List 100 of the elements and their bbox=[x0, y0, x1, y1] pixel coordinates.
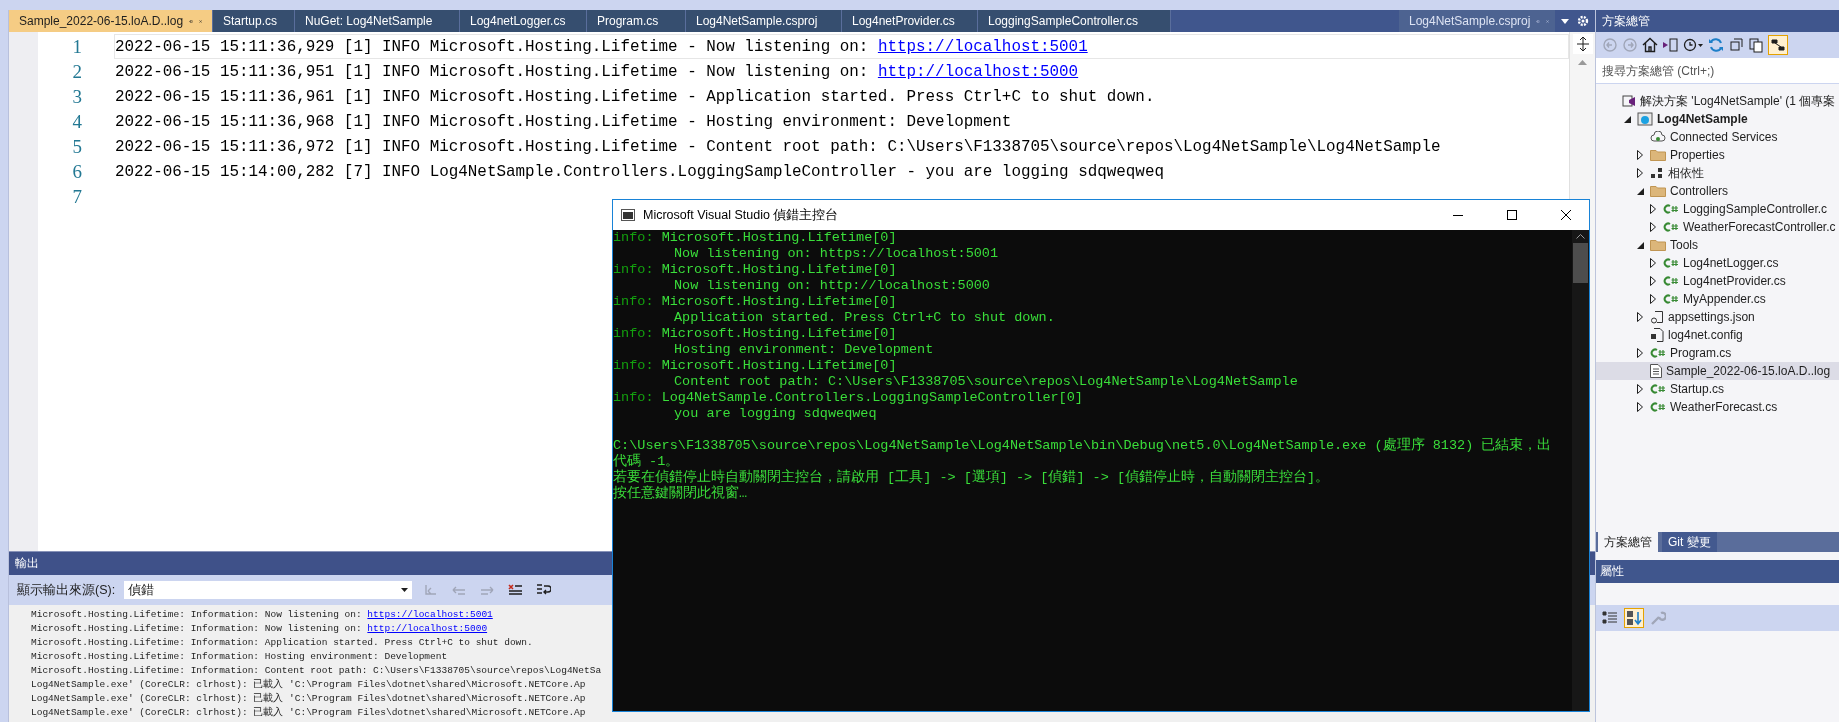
code-file-icon bbox=[1650, 401, 1666, 413]
tree-view-icon bbox=[1770, 37, 1786, 53]
output-line: Microsoft.Hosting.Lifetime: Information: Content root path: C:\Users\F1338705\source\repos\Log4NetSa bbox=[31, 664, 603, 678]
tree-item[interactable]: Properties bbox=[1596, 146, 1839, 164]
output-line: Log4NetSample.exe' (CoreCLR: clrhost): 已載入 'C:\Program Files\dotnet\shared\Microsoft.NETCore.Ap bbox=[31, 692, 587, 706]
document-tab[interactable]: Log4netProvider.cs bbox=[842, 10, 978, 32]
copy-icon[interactable] bbox=[1748, 37, 1764, 53]
panel-tab[interactable]: Git 變更 bbox=[1662, 532, 1717, 552]
line-number: 4 bbox=[71, 110, 82, 133]
tree-item[interactable]: appsettings.json bbox=[1596, 308, 1839, 326]
history-icon[interactable] bbox=[1682, 37, 1704, 53]
document-tab[interactable]: Log4NetSample.csproj bbox=[686, 10, 842, 32]
tree-item[interactable]: Sample_2022-06-15.loA.D..log bbox=[1596, 362, 1839, 380]
alphabetical-sort-toggle[interactable] bbox=[1624, 608, 1644, 628]
tree-item[interactable]: Program.cs bbox=[1596, 344, 1839, 362]
tree-item[interactable]: Tools bbox=[1596, 236, 1839, 254]
log-message: Now listening on: http://localhost:5000 bbox=[674, 278, 990, 293]
log-category: Microsoft.Hosting.Lifetime[0] bbox=[661, 262, 897, 277]
tree-item[interactable]: Connected Services bbox=[1596, 128, 1839, 146]
log-level: info: bbox=[613, 326, 654, 341]
tree-item[interactable]: LoggingSampleController.c bbox=[1596, 200, 1839, 218]
log-message: Content root path: C:\Users\F1338705\source\repos\Log4NetSample\Log4NetSample bbox=[674, 374, 1298, 389]
collapsed-arrow-icon[interactable] bbox=[1637, 348, 1643, 358]
tree-item[interactable]: Log4NetSample bbox=[1596, 110, 1839, 128]
tree-item[interactable]: Log4netProvider.cs bbox=[1596, 272, 1839, 290]
panel-title: 屬性 bbox=[1596, 560, 1839, 583]
log-category: Microsoft.Hosting.Lifetime[0] bbox=[661, 358, 897, 373]
tree-item[interactable]: Controllers bbox=[1596, 182, 1839, 200]
tree-item[interactable]: 解決方案 'Log4NetSample' (1 個專案 bbox=[1596, 92, 1839, 110]
line-number: 1 bbox=[71, 35, 82, 58]
log-level: info: bbox=[613, 262, 654, 277]
expanded-arrow-icon[interactable] bbox=[1623, 115, 1631, 123]
refresh-icon[interactable] bbox=[1708, 37, 1724, 53]
expanded-arrow-icon[interactable] bbox=[1636, 187, 1644, 195]
log-message: Application started. Press Ctrl+C to shut down. bbox=[674, 310, 1055, 325]
scrollbar-thumb[interactable] bbox=[1573, 243, 1588, 283]
document-tab[interactable]: Sample_2022-06-15.loA.D..log bbox=[9, 10, 213, 32]
source-dropdown[interactable]: 偵錯 bbox=[123, 580, 414, 600]
document-tab[interactable]: Startup.cs bbox=[213, 10, 295, 32]
output-line: Microsoft.Hosting.Lifetime: Information: Hosting environment: Development bbox=[31, 650, 449, 664]
output-line: Log4NetSample.exe' (CoreCLR: clrhost): 已載入 'C:\Program Files\dotnet\shared\Microsoft.NETCore.Ap bbox=[31, 706, 587, 720]
tree-view-toggle[interactable] bbox=[1768, 35, 1788, 55]
sort-icon bbox=[1626, 610, 1642, 626]
log-category: Log4NetSample.Controllers.LoggingSampleController[0] bbox=[661, 390, 1083, 405]
document-tab[interactable]: Log4netLogger.cs bbox=[460, 10, 587, 32]
tree-item[interactable]: WeatherForecast.cs bbox=[1596, 398, 1839, 416]
window-title: Microsoft Visual Studio 偵錯主控台 bbox=[643, 206, 840, 224]
line-number: 5 bbox=[71, 135, 82, 158]
search-field[interactable]: 搜尋方案總管 (Ctrl+;) bbox=[1596, 58, 1839, 84]
source-label: 顯示輸出來源(S): bbox=[17, 581, 116, 599]
settings-icon[interactable] bbox=[1577, 15, 1589, 27]
code-file-icon bbox=[1663, 257, 1679, 269]
log-category: Microsoft.Hosting.Lifetime[0] bbox=[661, 294, 897, 309]
tree-item[interactable]: MyAppender.cs bbox=[1596, 290, 1839, 308]
line-number: 3 bbox=[71, 85, 82, 108]
web-project-icon bbox=[1637, 112, 1653, 126]
output-line: Log4NetSample.exe' (CoreCLR: clrhost): 已載入 'C:\Program Files\dotnet\shared\Microsoft.NETCore.Ap bbox=[31, 678, 587, 692]
tree-item[interactable]: WeatherForecastController.c bbox=[1596, 218, 1839, 236]
text-file-icon bbox=[1650, 364, 1662, 378]
output-line: Microsoft.Hosting.Lifetime: Information: Application started. Press Ctrl+C to shut down. bbox=[31, 636, 534, 650]
switch-views-icon[interactable] bbox=[1662, 37, 1678, 53]
panel-tab[interactable]: 方案總管 bbox=[1598, 532, 1658, 552]
categorized-icon[interactable] bbox=[1602, 610, 1618, 626]
panel-title: 方案總管 bbox=[1596, 10, 1839, 32]
expanded-arrow-icon[interactable] bbox=[1636, 241, 1644, 249]
code-file-icon bbox=[1663, 203, 1679, 215]
log-message: Now listening on: https://localhost:5001 bbox=[674, 246, 999, 261]
solution-icon bbox=[1622, 94, 1636, 108]
document-tab[interactable]: Program.cs bbox=[587, 10, 686, 32]
link[interactable]: https://localhost:5001 bbox=[367, 609, 493, 620]
log-category: Microsoft.Hosting.Lifetime[0] bbox=[661, 326, 897, 341]
log-line: 2022-06-15 15:11:36,972 [1] INFO Microsoft.Hosting.Lifetime - Content root path: C:\Users\F1338705\source\repos\Log4NetSample\Log4NetSample bbox=[115, 137, 1441, 156]
home-icon[interactable] bbox=[1642, 37, 1658, 53]
tree-item[interactable]: 相依性 bbox=[1596, 164, 1839, 182]
split-icon[interactable] bbox=[1576, 37, 1589, 51]
log-category: Microsoft.Hosting.Lifetime[0] bbox=[661, 230, 897, 245]
minimize-icon bbox=[1453, 214, 1463, 216]
log-line: 2022-06-15 15:11:36,951 [1] INFO Microsoft.Hosting.Lifetime - Now listening on: http://localhost:5000 bbox=[115, 62, 1079, 81]
link[interactable]: https://localhost:5001 bbox=[877, 37, 1088, 56]
scroll-up-icon[interactable] bbox=[1576, 234, 1585, 239]
link[interactable]: http://localhost:5000 bbox=[367, 623, 488, 634]
dependencies-icon bbox=[1650, 167, 1664, 179]
tree-item[interactable]: log4net.config bbox=[1596, 326, 1839, 344]
line-number: 2 bbox=[71, 60, 82, 83]
clear-all-icon bbox=[507, 582, 524, 598]
console-icon bbox=[621, 209, 635, 221]
log-level: info: bbox=[613, 358, 654, 373]
log-line: 2022-06-15 15:11:36,929 [1] INFO Microsoft.Hosting.Lifetime - Now listening on: https://localhost:5001 bbox=[115, 37, 1088, 56]
code-file-icon bbox=[1650, 347, 1666, 359]
document-tab[interactable]: NuGet: Log4NetSample bbox=[295, 10, 460, 32]
log-message: you are logging sdqweqweq bbox=[674, 406, 877, 421]
tree-item[interactable]: Log4netLogger.cs bbox=[1596, 254, 1839, 272]
log-level: info: bbox=[613, 390, 654, 405]
tree-item[interactable]: Startup.cs bbox=[1596, 380, 1839, 398]
link[interactable]: http://localhost:5000 bbox=[877, 62, 1079, 81]
dropdown-icon[interactable] bbox=[1561, 18, 1569, 24]
document-tab[interactable]: LoggingSampleController.cs bbox=[978, 10, 1171, 32]
line-number: 6 bbox=[71, 160, 82, 183]
code-file-icon bbox=[1650, 383, 1666, 395]
line-number: 7 bbox=[71, 185, 82, 208]
